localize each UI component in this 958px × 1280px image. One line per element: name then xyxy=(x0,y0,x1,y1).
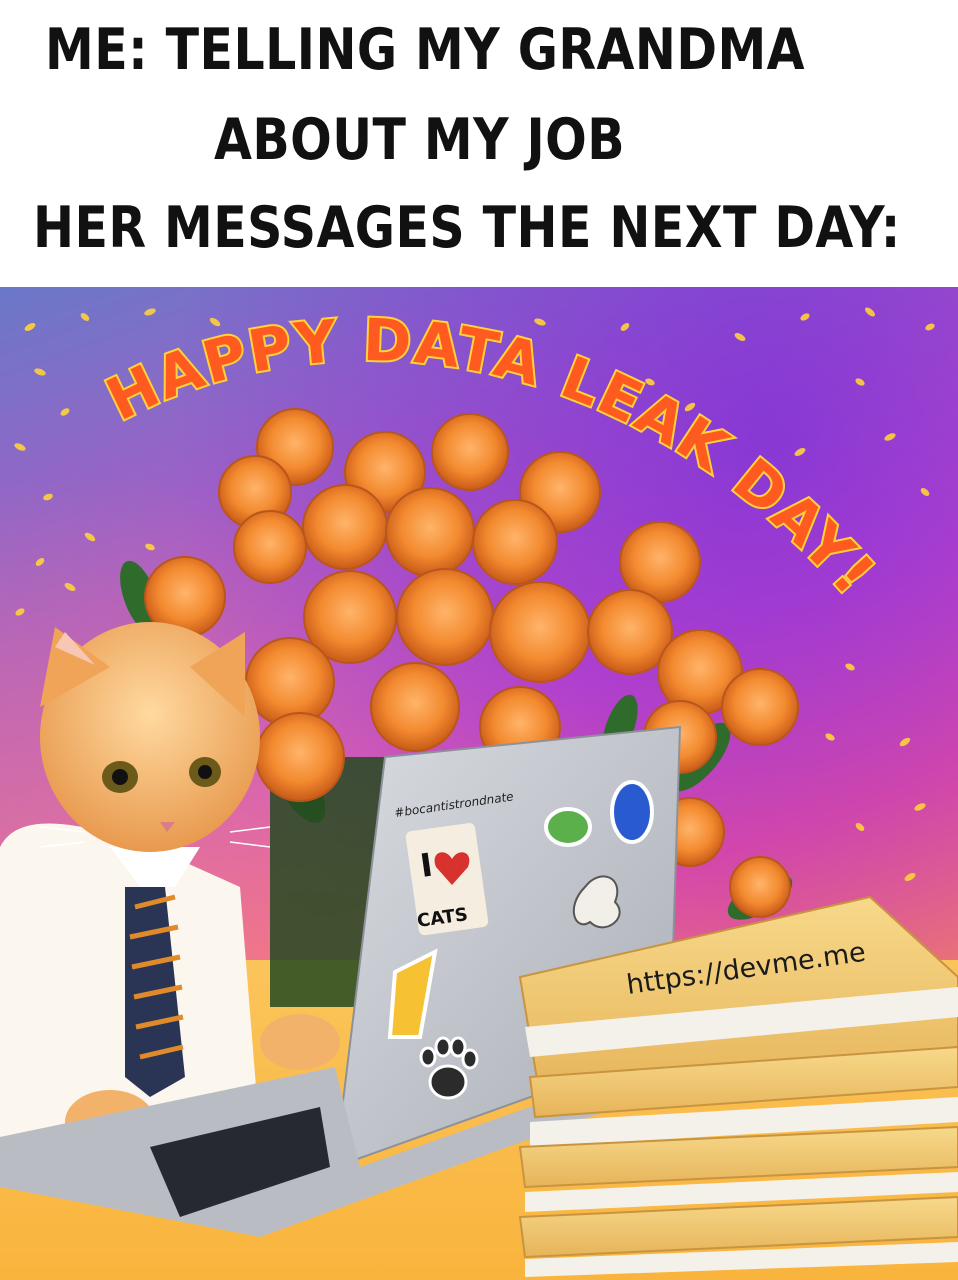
caption-panel: ME: TELLING MY GRANDMA ABOUT MY JOB HER … xyxy=(0,0,958,287)
blob-sticker xyxy=(610,780,654,844)
meme: ME: TELLING MY GRANDMA ABOUT MY JOB HER … xyxy=(0,0,958,1280)
caption-line-2: ABOUT MY JOB xyxy=(214,107,626,173)
meme-image: HAPPY DATA LEAK DAY! #bocantistrondnate … xyxy=(0,287,958,1280)
illustration: HAPPY DATA LEAK DAY! #bocantistrondnate … xyxy=(0,304,958,1277)
frog-sticker xyxy=(544,807,592,847)
caption-line-1: ME: TELLING MY GRANDMA xyxy=(45,17,806,83)
caption-line-3: HER MESSAGES THE NEXT DAY: xyxy=(33,195,901,261)
